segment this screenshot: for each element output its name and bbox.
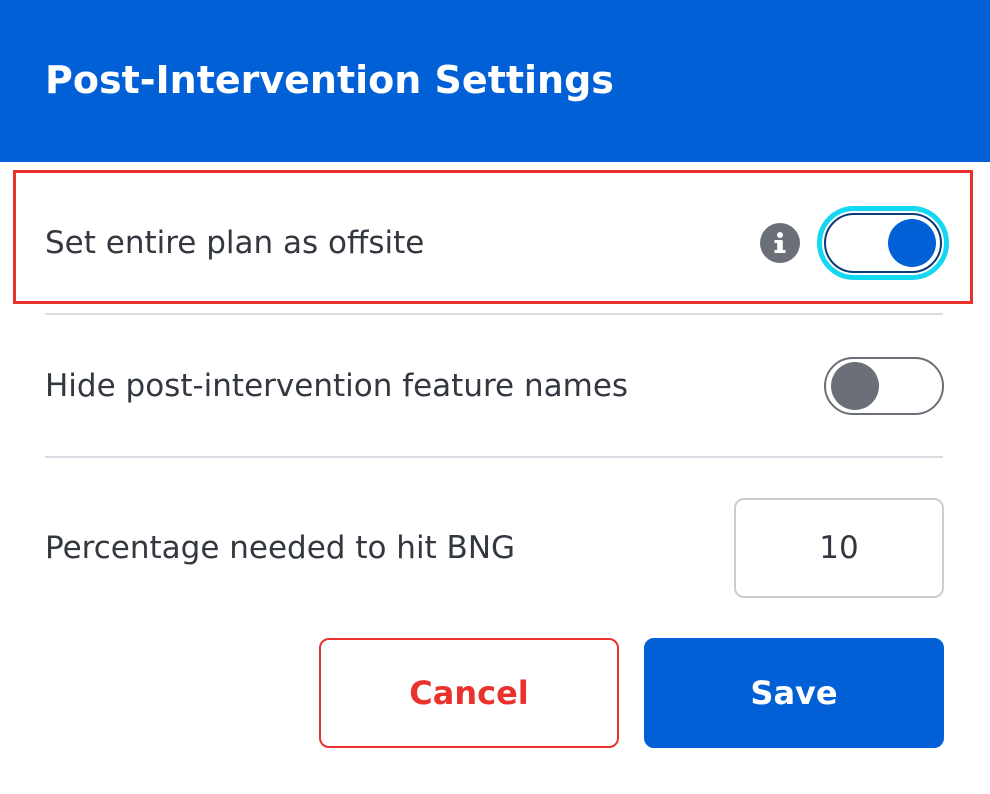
toggle-knob — [831, 362, 879, 410]
divider — [45, 313, 943, 315]
info-icon[interactable] — [760, 223, 800, 263]
offsite-setting-label: Set entire plan as offsite — [45, 225, 425, 261]
dialog-header: Post-Intervention Settings — [0, 0, 990, 162]
post-intervention-settings-dialog: Post-Intervention Settings Set entire pl… — [0, 0, 990, 794]
cancel-button[interactable]: Cancel — [319, 638, 619, 748]
bng-percentage-input[interactable] — [734, 498, 944, 598]
hide-names-setting-label: Hide post-intervention feature names — [45, 368, 629, 404]
dialog-title: Post-Intervention Settings — [45, 58, 614, 102]
divider — [45, 456, 943, 458]
save-button[interactable]: Save — [644, 638, 944, 748]
bng-percentage-label: Percentage needed to hit BNG — [45, 530, 516, 566]
toggle-knob — [888, 219, 936, 267]
offsite-toggle[interactable] — [824, 213, 942, 273]
info-glyph — [774, 232, 786, 253]
hide-names-toggle[interactable] — [824, 357, 944, 415]
